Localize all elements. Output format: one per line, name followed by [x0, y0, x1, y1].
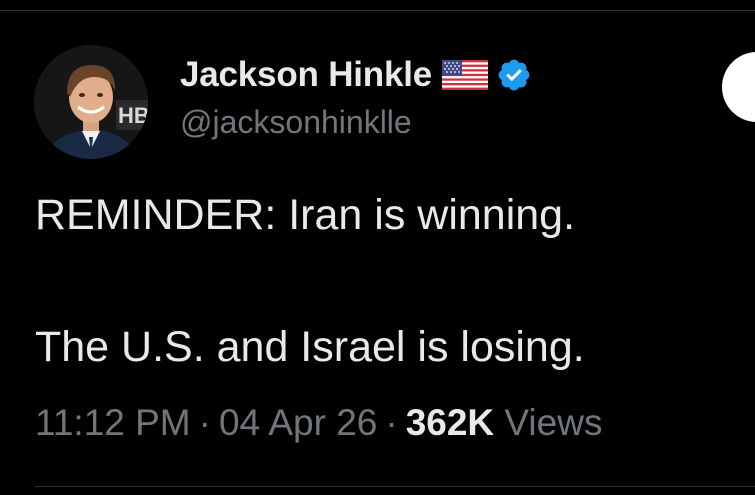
us-flag-icon — [442, 60, 489, 90]
meta-separator: · — [385, 402, 398, 443]
top-divider — [0, 10, 755, 11]
views-label: Views — [504, 402, 603, 443]
meta-separator: · — [198, 402, 211, 443]
tweet-header: Jackson Hinkle @jacksonhinklle — [180, 52, 532, 141]
views-count[interactable]: 362K — [406, 402, 494, 443]
name-row: Jackson Hinkle — [180, 52, 532, 98]
display-name[interactable]: Jackson Hinkle — [180, 55, 432, 95]
tweet-text-line-2: The U.S. and Israel is losing. — [35, 323, 585, 371]
tweet-text: REMINDER: Iran is winning. The U.S. and … — [35, 190, 735, 372]
avatar-photo: HB — [34, 45, 148, 159]
user-handle[interactable]: @jacksonhinklle — [180, 104, 532, 141]
tweet-time[interactable]: 11:12 PM — [35, 402, 191, 443]
avatar-backdrop-text: HB — [118, 103, 148, 128]
more-options-button[interactable] — [722, 52, 755, 122]
tweet-text-line-1: REMINDER: Iran is winning. — [35, 191, 576, 239]
verified-badge-icon[interactable] — [496, 57, 532, 93]
tweet-date[interactable]: 04 Apr 26 — [219, 402, 377, 443]
avatar[interactable]: HB — [34, 45, 148, 159]
bottom-divider — [35, 486, 755, 487]
tweet-meta: 11:12 PM · 04 Apr 26 · 362K Views — [35, 402, 602, 444]
